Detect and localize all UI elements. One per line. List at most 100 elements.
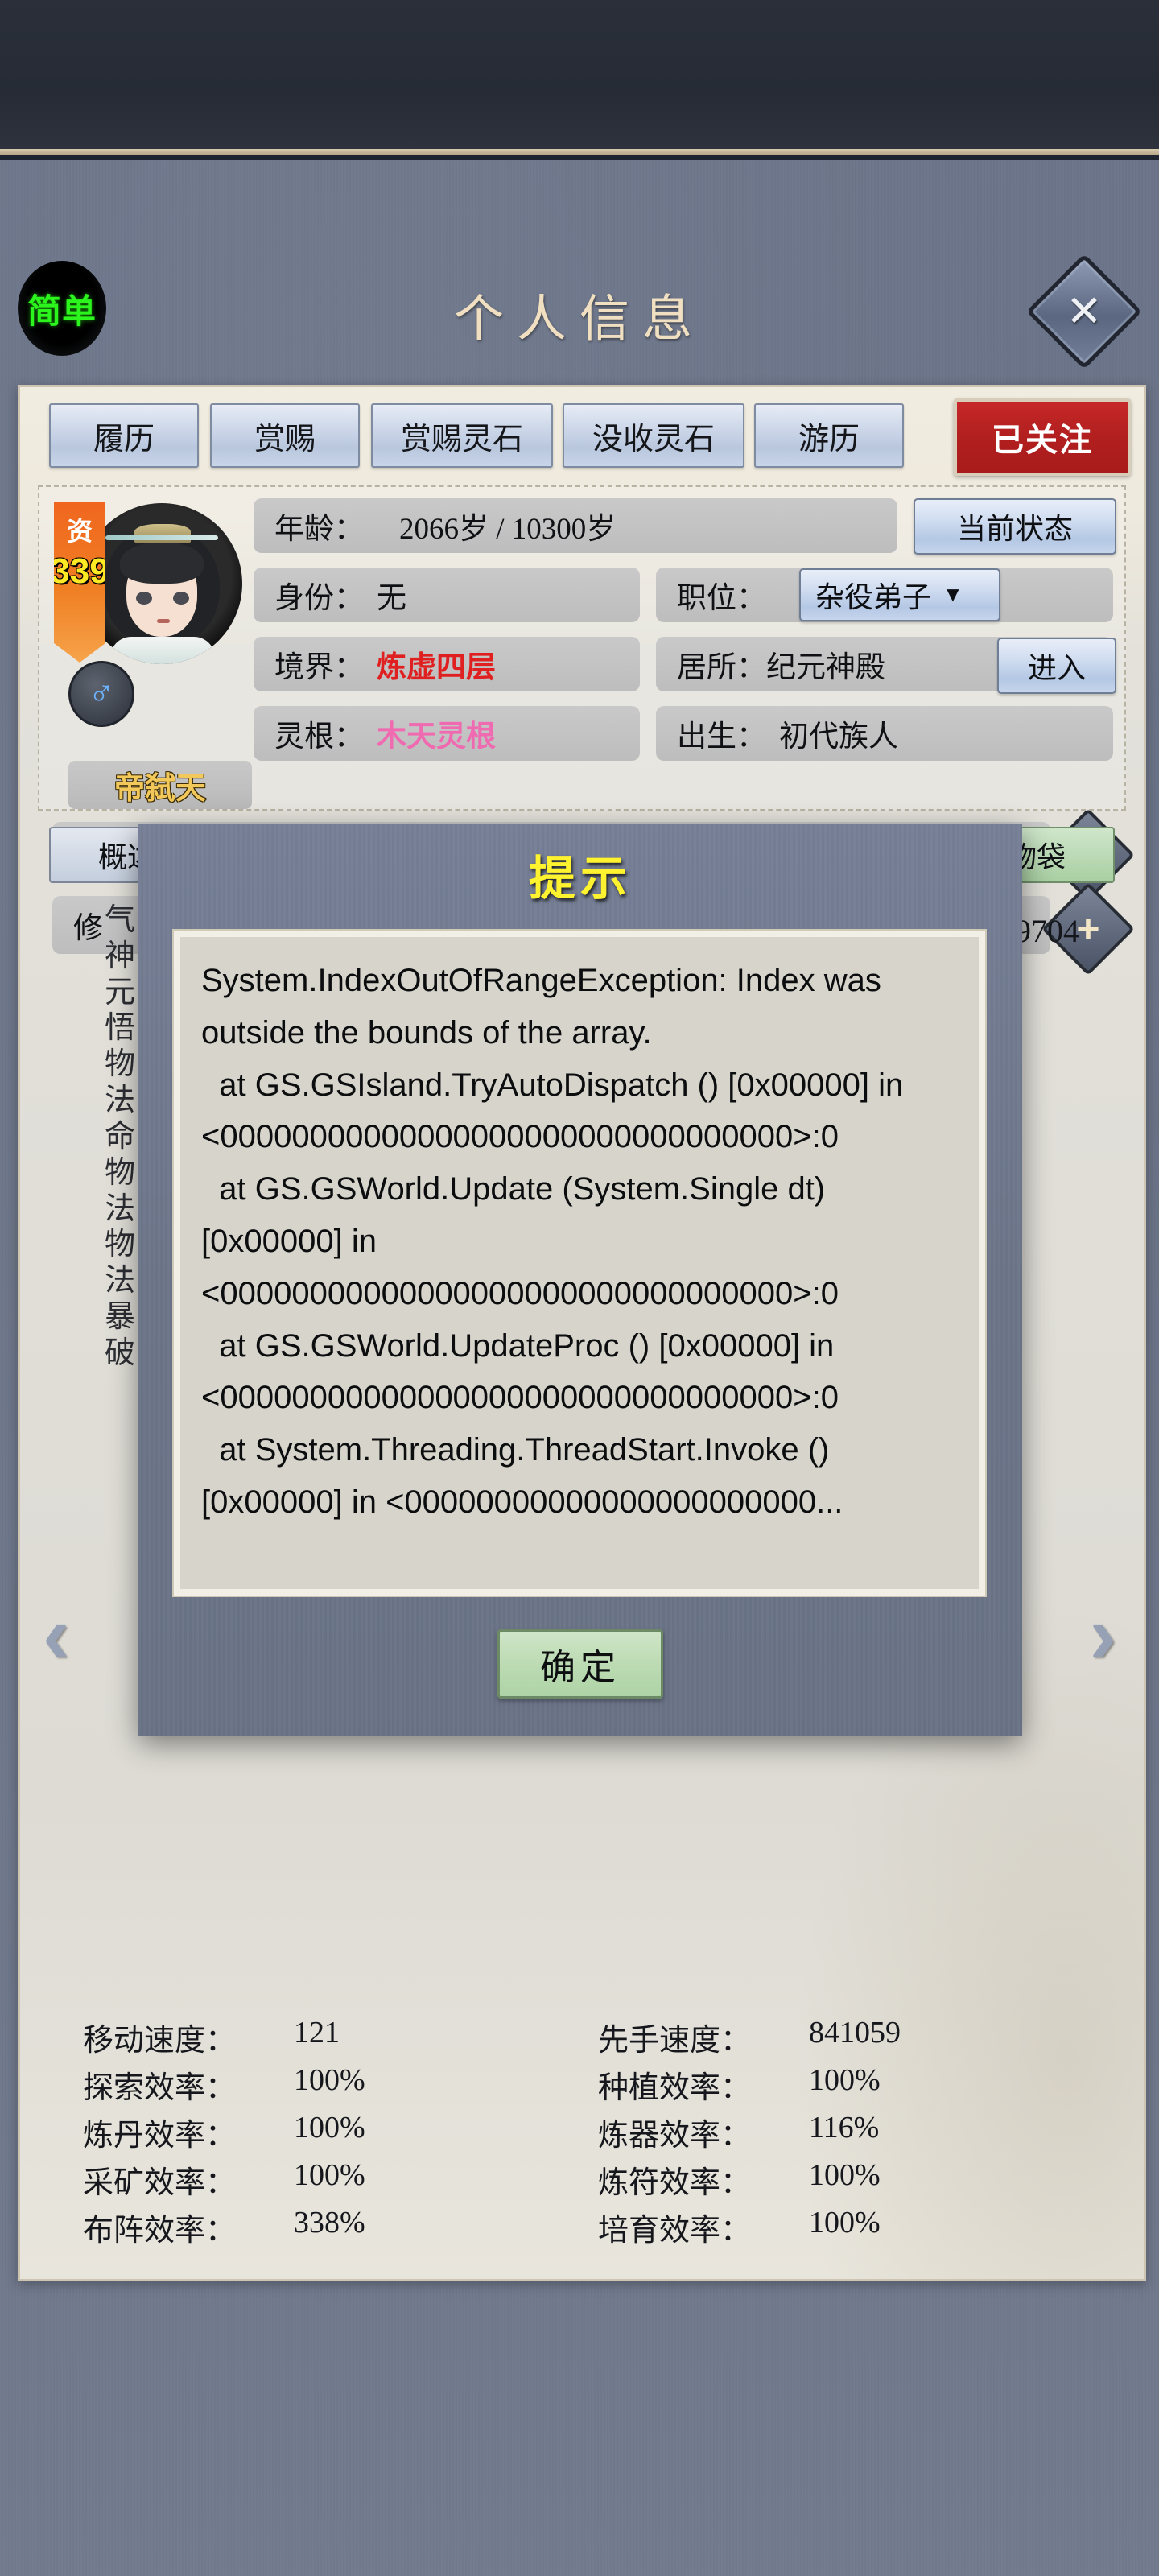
- character-name: 帝弑天: [68, 761, 252, 809]
- avatar-mouth-icon: [157, 619, 170, 623]
- right-attribute-value: 9704: [1015, 913, 1079, 949]
- spirit-root-label: 灵根：: [274, 720, 364, 753]
- page-header: 简单 个人信息 ✕: [0, 250, 1159, 378]
- stat-row: 布阵效率： 338% 培育效率： 100%: [83, 2203, 1113, 2251]
- stat-key: 炼符效率：: [598, 2166, 752, 2200]
- vattr-item: 法: [104, 1264, 135, 1298]
- identity-label: 身份：: [274, 582, 364, 615]
- tab-shangci[interactable]: 赏赐: [210, 403, 360, 468]
- stat-key: 探索效率：: [83, 2071, 237, 2105]
- close-x-glyph: ✕: [1066, 287, 1103, 336]
- stat-key: 培育效率：: [598, 2214, 752, 2248]
- chevron-right-icon[interactable]: ›: [1090, 1595, 1116, 1675]
- stat-mining-eff: 采矿效率： 100%: [83, 2157, 598, 2202]
- vattr-item: 物: [104, 1047, 135, 1082]
- spirit-root-row: 灵根： 木天灵根: [254, 706, 640, 761]
- vertical-attribute-column: 气 神 元 悟 物 法 命 物 法 物 法 暴 破: [97, 902, 142, 1372]
- position-value: 杂役弟子: [815, 581, 932, 613]
- vattr-item: 气: [104, 903, 135, 937]
- avatar-eye-right-icon: [173, 592, 189, 605]
- birth-label: 出生：: [677, 720, 766, 753]
- resource-label: 资: [66, 517, 93, 546]
- stat-planting-eff: 种植效率： 100%: [598, 2062, 1113, 2107]
- stat-key: 炼丹效率：: [83, 2119, 237, 2153]
- stat-value: 100%: [294, 2158, 365, 2192]
- confirm-button[interactable]: 确定: [497, 1629, 663, 1699]
- stat-value: 841059: [809, 2016, 901, 2050]
- stat-key: 炼器效率：: [598, 2119, 752, 2153]
- stat-key: 布阵效率：: [83, 2214, 237, 2248]
- avatar[interactable]: [81, 503, 242, 664]
- vattr-item: 物: [104, 1228, 135, 1262]
- age-label: 年龄：: [274, 513, 364, 546]
- tab-youli[interactable]: 游历: [754, 403, 904, 468]
- stats-grid: 移动速度： 121 先手速度： 841059 探索效率： 100% 种植效率： …: [83, 2013, 1113, 2251]
- status-bar: [0, 0, 1159, 155]
- stat-move-speed: 移动速度： 121: [83, 2015, 598, 2059]
- stat-value: 121: [294, 2016, 340, 2050]
- vattr-item: 法: [104, 1084, 135, 1118]
- dialog-body: System.IndexOutOfRangeException: Index w…: [172, 929, 987, 1597]
- stat-value: 100%: [809, 2158, 881, 2192]
- vattr-item: 命: [104, 1119, 135, 1154]
- avatar-eye-left-icon: [136, 592, 152, 605]
- stat-talisman-eff: 炼符效率： 100%: [598, 2157, 1113, 2202]
- character-info-box: 资 339 ♂ 帝弑天 年龄： 2066岁 / 10300岁 当前状态 身份： …: [38, 485, 1126, 811]
- tab-shangci-lingshi[interactable]: 赏赐灵石: [371, 403, 553, 468]
- stat-value: 100%: [294, 2063, 365, 2097]
- stat-breeding-eff: 培育效率： 100%: [598, 2205, 1113, 2249]
- stat-value: 100%: [294, 2111, 365, 2145]
- chevron-down-icon: ▼: [942, 583, 963, 606]
- identity-value: 无: [377, 582, 406, 615]
- avatar-robe-icon: [110, 637, 215, 664]
- stat-key: 种植效率：: [598, 2071, 752, 2105]
- tab-lvli[interactable]: 履历: [49, 403, 199, 468]
- tab-row: 履历 赏赐 赏赐灵石 没收灵石 游历 已关注: [20, 398, 1144, 476]
- follow-button[interactable]: 已关注: [954, 398, 1131, 476]
- vattr-item: 物: [104, 1155, 135, 1190]
- age-value: 2066岁 / 10300岁: [399, 513, 617, 546]
- vattr-item: 悟: [104, 1011, 135, 1046]
- stat-row: 采矿效率： 100% 炼符效率： 100%: [83, 2156, 1113, 2203]
- stat-row: 移动速度： 121 先手速度： 841059: [83, 2013, 1113, 2061]
- residence-value: 纪元神殿: [766, 651, 885, 684]
- page-title: 个人信息: [453, 292, 705, 347]
- age-row: 年龄： 2066岁 / 10300岁: [254, 498, 897, 553]
- stat-refining-eff: 炼器效率： 116%: [598, 2110, 1113, 2154]
- avatar-wrapper: 资 339 ♂ 帝弑天: [54, 498, 252, 809]
- stat-key: 移动速度：: [83, 2024, 237, 2058]
- stat-formation-eff: 布阵效率： 338%: [83, 2205, 598, 2249]
- vattr-item: 神: [104, 939, 135, 973]
- stat-key: 先手速度：: [598, 2024, 752, 2058]
- vattr-item: 法: [104, 1191, 135, 1226]
- birth-row: 出生： 初代族人: [656, 706, 1113, 761]
- male-icon: ♂: [68, 661, 134, 727]
- stat-value: 116%: [809, 2111, 880, 2145]
- realm-label: 境界：: [274, 651, 364, 684]
- current-status-button[interactable]: 当前状态: [914, 498, 1116, 555]
- vattr-item: 元: [104, 975, 135, 1009]
- vattr-item: 暴: [104, 1300, 135, 1335]
- dialog-message: System.IndexOutOfRangeException: Index w…: [180, 937, 979, 1589]
- stat-value: 338%: [294, 2206, 365, 2240]
- dialog-title: 提示: [528, 852, 632, 905]
- stat-row: 炼丹效率： 100% 炼器效率： 116%: [83, 2108, 1113, 2156]
- tab-moshou-lingshi[interactable]: 没收灵石: [563, 403, 744, 468]
- identity-row: 身份： 无: [254, 568, 640, 622]
- stat-key: 采矿效率：: [83, 2166, 237, 2200]
- chevron-left-icon[interactable]: ‹: [43, 1595, 69, 1675]
- birth-value: 初代族人: [779, 720, 898, 753]
- stat-value: 100%: [809, 2063, 881, 2097]
- resource-ribbon: 资 339: [54, 502, 105, 663]
- position-label: 职位：: [677, 582, 766, 615]
- stat-initiative-speed: 先手速度： 841059: [598, 2015, 1113, 2059]
- stat-explore-eff: 探索效率： 100%: [83, 2062, 598, 2107]
- enter-residence-button[interactable]: 进入: [997, 638, 1116, 694]
- avatar-bangs-icon: [120, 542, 204, 584]
- avatar-crown-icon: [134, 524, 191, 543]
- position-dropdown[interactable]: 杂役弟子 ▼: [799, 568, 1000, 621]
- spirit-root-value: 木天灵根: [377, 720, 496, 753]
- error-dialog: 提示 System.IndexOutOfRangeException: Inde…: [138, 824, 1022, 1736]
- stat-row: 探索效率： 100% 种植效率： 100%: [83, 2061, 1113, 2108]
- avatar-hairpin-icon: [105, 535, 218, 540]
